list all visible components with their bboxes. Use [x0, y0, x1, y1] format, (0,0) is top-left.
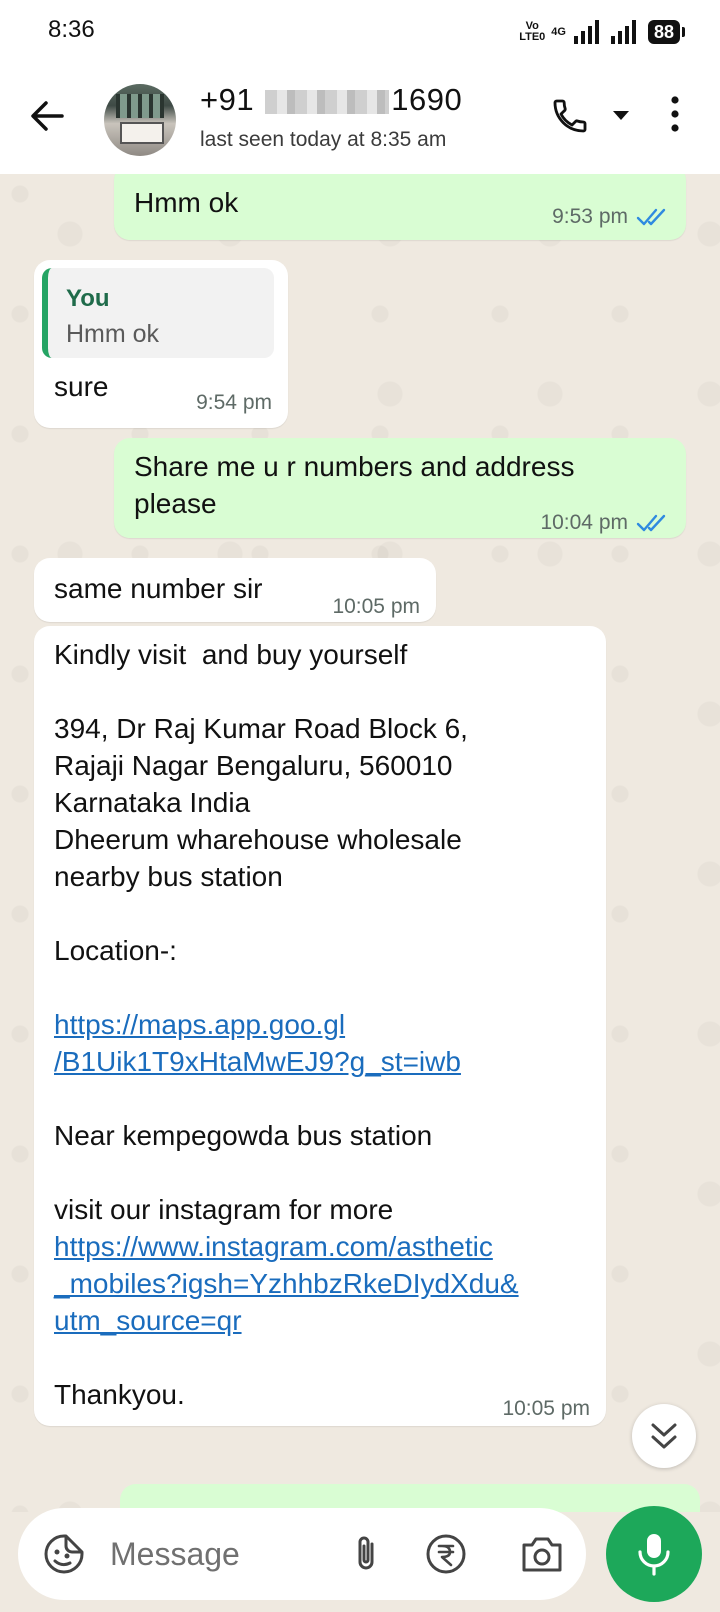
message-bubble-incoming[interactable]: Kindly visit and buy yourself 394, Dr Ra… — [34, 626, 606, 1426]
call-options-button[interactable] — [612, 110, 630, 122]
sticker-emoji-icon — [44, 1534, 84, 1574]
status-bar: 8:36 Vo LTE0 4G 88 — [0, 0, 720, 62]
payment-button[interactable] — [424, 1532, 468, 1576]
chat-header: +91 1690 last seen today at 8:35 am — [0, 62, 720, 174]
message-meta: 10:05 pm — [502, 1390, 590, 1427]
quote-author: You — [66, 285, 110, 312]
message-intro: Kindly visit and buy yourself — [54, 639, 408, 670]
camera-button[interactable] — [518, 1532, 566, 1576]
read-ticks-icon — [636, 208, 666, 225]
message-input[interactable] — [110, 1530, 330, 1578]
double-chevron-down-icon — [651, 1423, 677, 1449]
battery-icon: 88 — [647, 20, 686, 44]
more-vert-icon — [671, 96, 679, 132]
chat-messages[interactable]: Hmm ok 9:53 pm You Hmm ok sure 9:54 pm S… — [0, 174, 720, 1512]
contact-name[interactable]: +91 1690 — [200, 82, 462, 118]
dropdown-icon — [613, 111, 629, 120]
message-time: 9:54 pm — [196, 391, 272, 414]
microphone-icon — [638, 1534, 670, 1576]
more-options-button[interactable] — [666, 94, 684, 134]
voice-call-button[interactable] — [550, 96, 590, 136]
message-meta: 9:54 pm — [196, 384, 272, 421]
quote-text: Hmm ok — [66, 320, 160, 348]
volte-icon: Vo LTE0 — [519, 20, 546, 43]
location-label: Location-: — [54, 935, 177, 966]
message-bubble-outgoing[interactable]: Share me u r numbers and address please … — [114, 438, 686, 538]
paperclip-icon — [358, 1536, 374, 1570]
instagram-text: visit our instagram for more — [54, 1194, 394, 1225]
message-meta: 10:05 pm — [332, 588, 420, 625]
message-time: 10:05 pm — [332, 595, 420, 618]
instagram-link[interactable]: https://www.instagram.com/asthetic _mobi… — [54, 1228, 519, 1339]
redacted-number — [265, 89, 390, 114]
message-address: 394, Dr Raj Kumar Road Block 6, Rajaji N… — [54, 713, 468, 892]
back-button[interactable] — [26, 94, 70, 138]
message-composer — [18, 1508, 586, 1600]
attach-button[interactable] — [344, 1532, 388, 1576]
near-text: Near kempegowda bus station — [54, 1120, 433, 1151]
status-icons: Vo LTE0 4G 88 — [519, 18, 686, 46]
message-meta: 9:53 pm — [552, 198, 670, 235]
last-seen-status: last seen today at 8:35 am — [200, 128, 447, 151]
message-text: Hmm ok — [134, 187, 239, 218]
closing-text: Thankyou. — [54, 1379, 185, 1410]
camera-icon — [522, 1537, 562, 1572]
voice-message-button[interactable] — [606, 1506, 702, 1602]
message-time: 10:04 pm — [540, 511, 628, 534]
read-ticks-icon — [636, 514, 666, 531]
contact-avatar[interactable] — [104, 84, 176, 156]
network-type: 4G — [551, 26, 566, 38]
emoji-button[interactable] — [42, 1532, 86, 1576]
message-text: same number sir — [54, 573, 263, 604]
scroll-to-bottom-button[interactable] — [632, 1404, 696, 1468]
message-text: Share me u r numbers and address please — [134, 451, 575, 519]
status-time: 8:36 — [48, 16, 95, 43]
message-meta: 10:04 pm — [540, 504, 670, 541]
message-bubble-incoming[interactable]: same number sir 10:05 pm — [34, 558, 436, 622]
rupee-icon — [426, 1534, 466, 1574]
message-time: 10:05 pm — [502, 1397, 590, 1420]
message-text: sure — [54, 371, 109, 402]
phone-icon — [553, 99, 587, 133]
signal-icon-2 — [610, 20, 636, 44]
quoted-reply[interactable]: You Hmm ok — [42, 268, 274, 358]
message-time: 9:53 pm — [552, 205, 628, 228]
message-bubble-incoming[interactable]: You Hmm ok sure 9:54 pm — [34, 260, 288, 428]
message-bubble-outgoing[interactable]: Hmm ok 9:53 pm — [114, 174, 686, 240]
signal-icon — [573, 20, 599, 44]
maps-link[interactable]: https://maps.app.goo.gl /B1Uik1T9xHtaMwE… — [54, 1006, 461, 1080]
back-arrow-icon — [31, 101, 64, 131]
